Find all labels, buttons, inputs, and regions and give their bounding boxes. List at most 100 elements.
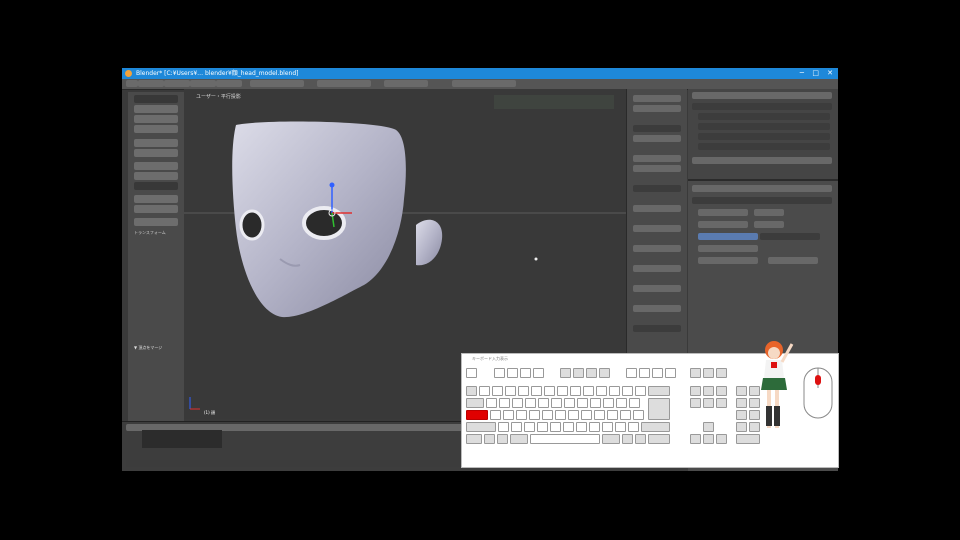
key-j — [568, 410, 579, 420]
properties-tab-bar[interactable] — [692, 157, 832, 164]
key-h — [555, 410, 566, 420]
tool-button-extrude[interactable] — [134, 139, 178, 147]
scene-select[interactable] — [317, 80, 371, 87]
timeline-editor[interactable] — [142, 430, 222, 448]
key-muhenkan — [510, 434, 528, 444]
key-henkan — [602, 434, 620, 444]
tool-button-scale[interactable] — [134, 125, 178, 133]
props-selected-tab[interactable] — [698, 233, 758, 240]
outliner-row-head[interactable] — [698, 133, 830, 140]
menu-window[interactable] — [190, 80, 216, 87]
gizmo-z-handle[interactable] — [329, 182, 335, 188]
tool-button-knife[interactable] — [134, 182, 178, 190]
stats-readout — [452, 80, 516, 87]
key-win-left — [484, 434, 495, 444]
outliner — [688, 89, 838, 179]
key-f11 — [652, 368, 663, 378]
active-object-label: (1) 顔 — [204, 410, 215, 415]
key-b — [550, 422, 561, 432]
key-w — [499, 398, 510, 408]
menu-file[interactable] — [138, 80, 164, 87]
key-minus — [609, 386, 620, 396]
n-field-clip-start[interactable] — [633, 225, 681, 232]
keyboard-overlay-title: キーボード入力表示 — [472, 356, 508, 361]
props-modifier-header[interactable] — [692, 197, 832, 204]
key-c — [524, 422, 535, 432]
key-num-8 — [749, 398, 760, 408]
props-apply-button[interactable] — [754, 209, 784, 216]
key-shift-active — [466, 410, 488, 420]
minimize-button[interactable]: ─ — [800, 68, 804, 79]
tool-button-shading[interactable] — [134, 218, 178, 226]
maximize-button[interactable]: □ — [812, 68, 819, 79]
tool-button-merge[interactable] — [134, 195, 178, 203]
key-6 — [544, 386, 555, 396]
tool-tab-header[interactable] — [134, 95, 178, 103]
n-field-location-x[interactable] — [633, 105, 681, 112]
tool-button-translate[interactable] — [134, 105, 178, 113]
key-o — [590, 398, 601, 408]
n-panel-mesh-section[interactable] — [633, 325, 681, 332]
key-f4 — [533, 368, 544, 378]
n-panel-header[interactable] — [633, 95, 681, 102]
n-field-scale[interactable] — [633, 155, 681, 162]
key-2 — [492, 386, 503, 396]
props-field-c[interactable] — [698, 245, 758, 252]
tool-button-rotate[interactable] — [134, 115, 178, 123]
key-caret — [622, 386, 633, 396]
left-eye-socket[interactable] — [239, 209, 265, 241]
key-hankaku — [466, 386, 477, 396]
n-field-display[interactable] — [633, 285, 681, 292]
screen-layout-select[interactable] — [250, 80, 304, 87]
n-field-shading[interactable] — [633, 305, 681, 312]
ear-mesh[interactable] — [416, 219, 443, 266]
props-field-d[interactable] — [698, 257, 758, 264]
mouse-icon — [803, 367, 833, 419]
outliner-row-ear[interactable] — [698, 143, 830, 150]
n-field-lens[interactable] — [633, 205, 681, 212]
menu-render[interactable] — [164, 80, 190, 87]
key-l — [594, 410, 605, 420]
key-t — [538, 398, 549, 408]
outliner-row-scene[interactable] — [692, 103, 832, 110]
outliner-row-lamp[interactable] — [698, 123, 830, 130]
props-other-tab[interactable] — [760, 233, 820, 240]
key-9 — [583, 386, 594, 396]
key-colon — [620, 410, 631, 420]
tool-button-remove-doubles[interactable] — [134, 205, 178, 213]
n-panel-section[interactable] — [633, 125, 681, 132]
key-x — [511, 422, 522, 432]
props-field-b[interactable] — [754, 221, 784, 228]
n-field-rotation[interactable] — [633, 135, 681, 142]
n-field-cursor[interactable] — [633, 265, 681, 272]
key-num-1 — [736, 422, 747, 432]
outliner-row-camera[interactable] — [698, 113, 830, 120]
tool-button-loopcut[interactable] — [134, 172, 178, 180]
info-editor-icon[interactable] — [126, 80, 138, 87]
key-shift-left — [466, 422, 496, 432]
props-field-a[interactable] — [698, 221, 748, 228]
n-panel-view-section[interactable] — [633, 185, 681, 192]
key-numlock — [736, 386, 747, 396]
key-enter — [648, 398, 670, 420]
close-button[interactable]: ✕ — [827, 68, 833, 79]
render-engine-select[interactable] — [384, 80, 428, 87]
key-arrow-down — [703, 434, 714, 444]
blender-window: Blender* [C:¥Users¥… blender¥顔_head_mode… — [122, 68, 839, 471]
key-d — [516, 410, 527, 420]
outliner-header[interactable] — [692, 92, 832, 99]
n-field-clip-end[interactable] — [633, 245, 681, 252]
key-arrow-left — [690, 434, 701, 444]
props-checkbox[interactable] — [768, 257, 818, 264]
tool-button-inset[interactable] — [134, 149, 178, 157]
n-field-dimensions[interactable] — [633, 165, 681, 172]
last-operator-label[interactable]: ▼ 頂点をマージ — [134, 345, 162, 351]
tool-button-subdivide[interactable] — [134, 162, 178, 170]
key-i — [577, 398, 588, 408]
props-modifier-name[interactable] — [698, 209, 748, 216]
menu-help[interactable] — [216, 80, 242, 87]
props-breadcrumb — [692, 185, 832, 192]
key-p — [603, 398, 614, 408]
key-bracket-open — [629, 398, 640, 408]
key-g — [542, 410, 553, 420]
